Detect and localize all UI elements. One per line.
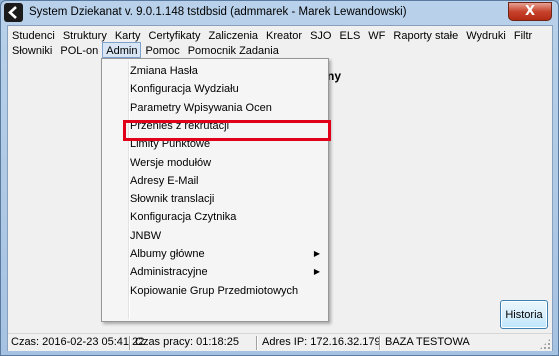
admin-menu-dropdown: Kopiowanie Grup Przedmiotowych Administra… [101, 58, 331, 322]
menu-bar: Studenci Struktury Karty Certyfikaty Zalicze… [8, 26, 552, 58]
admin-menu-item-label: Kopiowanie Grup Przedmiotowych [130, 284, 299, 297]
menu-struktury[interactable]: Struktury [59, 27, 111, 43]
historia-button[interactable]: Historia [500, 300, 548, 329]
admin-menu-item-label: Wersje modułów [130, 156, 212, 169]
admin-menu-item-label: Administracyjne [130, 266, 208, 279]
admin-menu-item-administracyjne[interactable]: Administracyjne ▶ [104, 263, 326, 281]
highlight-annotation-box [123, 120, 331, 141]
menu-pomocnik-zadania[interactable]: Pomocnik Zadania [184, 42, 283, 58]
menu-wf[interactable]: WF [364, 27, 389, 43]
admin-menu-item-label: Konfiguracja Wydziału [130, 83, 239, 96]
menu-raporty-stale[interactable]: Raporty stałe [389, 27, 462, 43]
status-work-time: Czas pracy: 01:18:25 [135, 336, 239, 348]
app-window: System Dziekanat v. 9.0.1.148 tstdbsid (… [0, 0, 559, 356]
menu-certyfikaty[interactable]: Certyfikaty [145, 27, 205, 43]
admin-menu-item-kopiowanie-grup-przedmiotowych[interactable]: Kopiowanie Grup Przedmiotowych [104, 282, 326, 300]
status-separator [129, 336, 131, 350]
client-area: Studenci Struktury Karty Certyfikaty Zalicze… [7, 25, 553, 351]
menu-pol-on[interactable]: POL-on [56, 42, 102, 58]
admin-menu-item-konfiguracja-czytnika[interactable]: Konfiguracja Czytnika [104, 208, 326, 226]
admin-menu-item-label: Konfiguracja Czytnika [130, 211, 237, 224]
admin-menu-item-jnbw[interactable]: JNBW [104, 227, 326, 245]
menu-karty[interactable]: Karty [111, 27, 145, 43]
admin-menu-item-label: Adresy E-Mail [130, 174, 199, 187]
admin-menu-item-label: Słownik translacji [130, 193, 215, 206]
status-separator [379, 336, 381, 350]
status-time: Czas: 2016-02-23 05:41:22 [11, 336, 145, 348]
admin-menu-item-label: JNBW [130, 229, 162, 242]
admin-menu-item-adresy-e-mail[interactable]: Adresy E-Mail [104, 172, 326, 190]
submenu-arrow-icon: ▶ [313, 249, 320, 258]
menu-filtr[interactable]: Filtr [510, 27, 536, 43]
admin-menu-item-wersje-modulow[interactable]: Wersje modułów [104, 154, 326, 172]
status-database: BAZA TESTOWA [385, 336, 470, 348]
admin-menu-item-albumy-glowne[interactable]: Albumy główne ▶ [104, 245, 326, 263]
status-ip-address: Adres IP: 172.16.32.179 [262, 336, 381, 348]
admin-menu-item-konfiguracja-wydzialu[interactable]: Konfiguracja Wydziału [104, 80, 326, 98]
status-separator [256, 336, 258, 350]
admin-menu-item-slownik-translacji[interactable]: Słownik translacji [104, 190, 326, 208]
admin-menu-item-label: Albumy główne [130, 248, 205, 260]
admin-menu-item-parametry-wpisywania-ocen[interactable]: Parametry Wpisywania Ocen [104, 99, 326, 117]
close-button[interactable]: X [508, 2, 552, 21]
menu-row-2: Słowniki POL-on Admin Pomoc Pomocnik Zadania [8, 42, 283, 58]
admin-menu-item-label: Zmiana Hasła [130, 65, 198, 77]
submenu-arrow-icon: ▶ [313, 267, 320, 277]
menu-admin[interactable]: Admin [102, 42, 142, 58]
admin-menu-item-zmiana-hasla[interactable]: Zmiana Hasła [104, 62, 326, 80]
menu-kreator[interactable]: Kreator [262, 27, 306, 43]
app-logo-icon [4, 3, 23, 22]
menu-studenci[interactable]: Studenci [8, 27, 59, 43]
menu-zaliczenia[interactable]: Zaliczenia [204, 27, 262, 43]
menu-els[interactable]: ELS [336, 27, 365, 43]
menu-pomoc[interactable]: Pomoc [141, 42, 183, 58]
window-title: System Dziekanat v. 9.0.1.148 tstdbsid (… [29, 6, 407, 18]
admin-menu-item-label: Parametry Wpisywania Ocen [130, 101, 272, 114]
resize-grip-icon[interactable] [539, 338, 551, 350]
menu-row-1: Studenci Struktury Karty Certyfikaty Zalicze… [8, 27, 536, 43]
menu-wydruki[interactable]: Wydruki [462, 27, 510, 43]
title-bar[interactable]: System Dziekanat v. 9.0.1.148 tstdbsid (… [1, 1, 558, 25]
menu-sjo[interactable]: SJO [306, 27, 335, 43]
menu-slowniki[interactable]: Słowniki [8, 42, 56, 58]
status-bar: Czas: 2016-02-23 05:41:22 Czas pracy: 01… [8, 333, 552, 351]
